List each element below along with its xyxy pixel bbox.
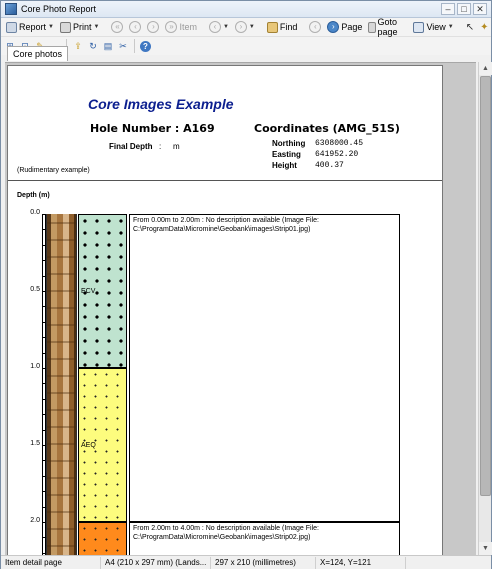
lithology-interval	[78, 522, 127, 555]
report-window: Core Photo Report – □ ✕ Report ▼ Print ▼…	[0, 0, 492, 569]
scroll-up-arrow[interactable]: ▲	[479, 62, 492, 75]
depth-tick-label: 2.0	[30, 517, 40, 524]
magic-wand-button[interactable]: ✦	[478, 19, 490, 35]
printer-icon	[59, 21, 71, 33]
lithology-code: AEQ	[81, 441, 96, 449]
report-page: Core Images Example Hole Number : A169 C…	[7, 65, 443, 555]
first-icon: «	[111, 21, 124, 33]
status-item: Item detail page	[1, 556, 101, 569]
status-paper: A4 (210 x 297 mm) (Lands...	[101, 556, 211, 569]
interval-description: From 0.00m to 2.00m : No description ava…	[129, 214, 400, 522]
northing-label: Northing	[272, 139, 306, 148]
depth-tick-label: 1.0	[30, 363, 40, 370]
view-icon	[413, 21, 425, 33]
back-button[interactable]: ‹ ▼	[207, 19, 231, 35]
northing-value: 6308000.45	[315, 139, 364, 148]
coordinates-title: Coordinates (AMG_51S)	[254, 122, 400, 135]
final-depth-unit: m	[173, 142, 180, 151]
goto-page-button[interactable]: Goto page	[366, 17, 403, 37]
find-button[interactable]: Find	[265, 19, 300, 35]
wand-icon: ✦	[480, 21, 489, 33]
depth-tick-label: 0.5	[30, 286, 40, 293]
report-menu-button[interactable]: Report ▼	[4, 19, 56, 35]
depth-tick-label: 1.5	[30, 440, 40, 447]
scroll-down-arrow[interactable]: ▼	[479, 542, 492, 555]
chevron-down-icon: ▼	[93, 24, 100, 30]
select-tool-button[interactable]: ↖	[464, 19, 476, 35]
window-title: Core Photo Report	[21, 4, 97, 14]
tools-icon[interactable]: ✂	[117, 40, 129, 52]
next-page-icon: ›	[327, 21, 340, 33]
export-icon[interactable]: ⇪	[72, 40, 84, 52]
maximize-button[interactable]: □	[457, 3, 471, 15]
main-toolbar: Report ▼ Print ▼ « ‹ › » Item ‹ ▼ › ▼ Fi…	[1, 17, 491, 37]
back-icon: ‹	[208, 21, 221, 33]
close-button[interactable]: ✕	[473, 3, 487, 15]
document-icon[interactable]: ▤	[102, 40, 114, 52]
scroll-thumb[interactable]	[480, 76, 491, 496]
app-icon	[5, 3, 17, 15]
easting-value: 641952.20	[315, 150, 359, 159]
report-viewport[interactable]: Core Images Example Hole Number : A169 C…	[5, 62, 476, 555]
chevron-down-icon: ▼	[48, 24, 54, 30]
core-photo-strip	[46, 214, 77, 555]
final-depth-label: Final Depth	[109, 142, 153, 151]
print-label: Print	[72, 22, 92, 32]
hole-number: Hole Number : A169	[90, 122, 215, 135]
report-label: Report	[19, 22, 47, 32]
depth-tick-label: 0.0	[30, 209, 40, 216]
status-coords: X=124, Y=121	[316, 556, 406, 569]
pointer-icon: ↖	[465, 21, 475, 33]
report-icon	[6, 21, 17, 33]
status-size: 297 x 210 (millimetres)	[211, 556, 316, 569]
tab-core-photos[interactable]: Core photos	[7, 46, 69, 61]
forward-button[interactable]: › ▼	[233, 19, 257, 35]
last-icon: »	[165, 21, 178, 33]
next-icon: ›	[147, 21, 160, 33]
secondary-toolbar: ⊞ ⊡ ✎ ⇪ ↻ ▤ ✂ ?	[1, 37, 491, 55]
minimize-button[interactable]: –	[441, 3, 455, 15]
window-controls: – □ ✕	[441, 3, 487, 15]
refresh-icon[interactable]: ↻	[87, 40, 99, 52]
chevron-down-icon: ▼	[222, 24, 229, 30]
binoculars-icon	[266, 21, 278, 33]
next-page-button[interactable]: › Page	[325, 19, 364, 35]
first-item-button[interactable]: «	[109, 19, 125, 35]
depth-header: Depth (m)	[17, 192, 50, 199]
print-menu-button[interactable]: Print ▼	[58, 19, 101, 35]
chevron-down-icon: ▼	[447, 24, 454, 30]
prev-page-button[interactable]: ‹	[307, 19, 323, 35]
height-label: Height	[272, 161, 297, 170]
goto-page-label: Goto page	[377, 17, 398, 37]
help-icon[interactable]: ?	[140, 40, 151, 52]
view-menu-button[interactable]: View ▼	[411, 19, 455, 35]
previous-page-icon: ‹	[309, 21, 322, 33]
height-value: 400.37	[315, 161, 344, 170]
find-label: Find	[279, 22, 298, 32]
vertical-scrollbar[interactable]: ▲ ▼	[478, 62, 492, 555]
page-label: Page	[341, 22, 363, 32]
chevron-down-icon: ▼	[248, 24, 255, 30]
item-label: Item	[179, 22, 197, 32]
toolbar-separator	[134, 39, 135, 53]
final-depth-colon: :	[159, 142, 162, 151]
prev-item-button[interactable]: ‹	[127, 19, 143, 35]
view-label: View	[426, 22, 446, 32]
next-item-button[interactable]: ›	[145, 19, 161, 35]
rudimentary-note: (Rudimentary example)	[17, 167, 90, 174]
last-item-button[interactable]: » Item	[163, 19, 199, 35]
header-divider	[8, 180, 442, 181]
previous-icon: ‹	[129, 21, 142, 33]
goto-page-icon	[368, 21, 376, 33]
easting-label: Easting	[272, 150, 301, 159]
lithology-code: ECV	[81, 287, 96, 295]
title-bar: Core Photo Report – □ ✕	[1, 1, 491, 18]
forward-icon: ›	[234, 21, 247, 33]
interval-description: From 2.00m to 4.00m : No description ava…	[129, 522, 400, 555]
status-bar: Item detail page A4 (210 x 297 mm) (Land…	[1, 555, 491, 569]
report-title: Core Images Example	[88, 96, 234, 112]
